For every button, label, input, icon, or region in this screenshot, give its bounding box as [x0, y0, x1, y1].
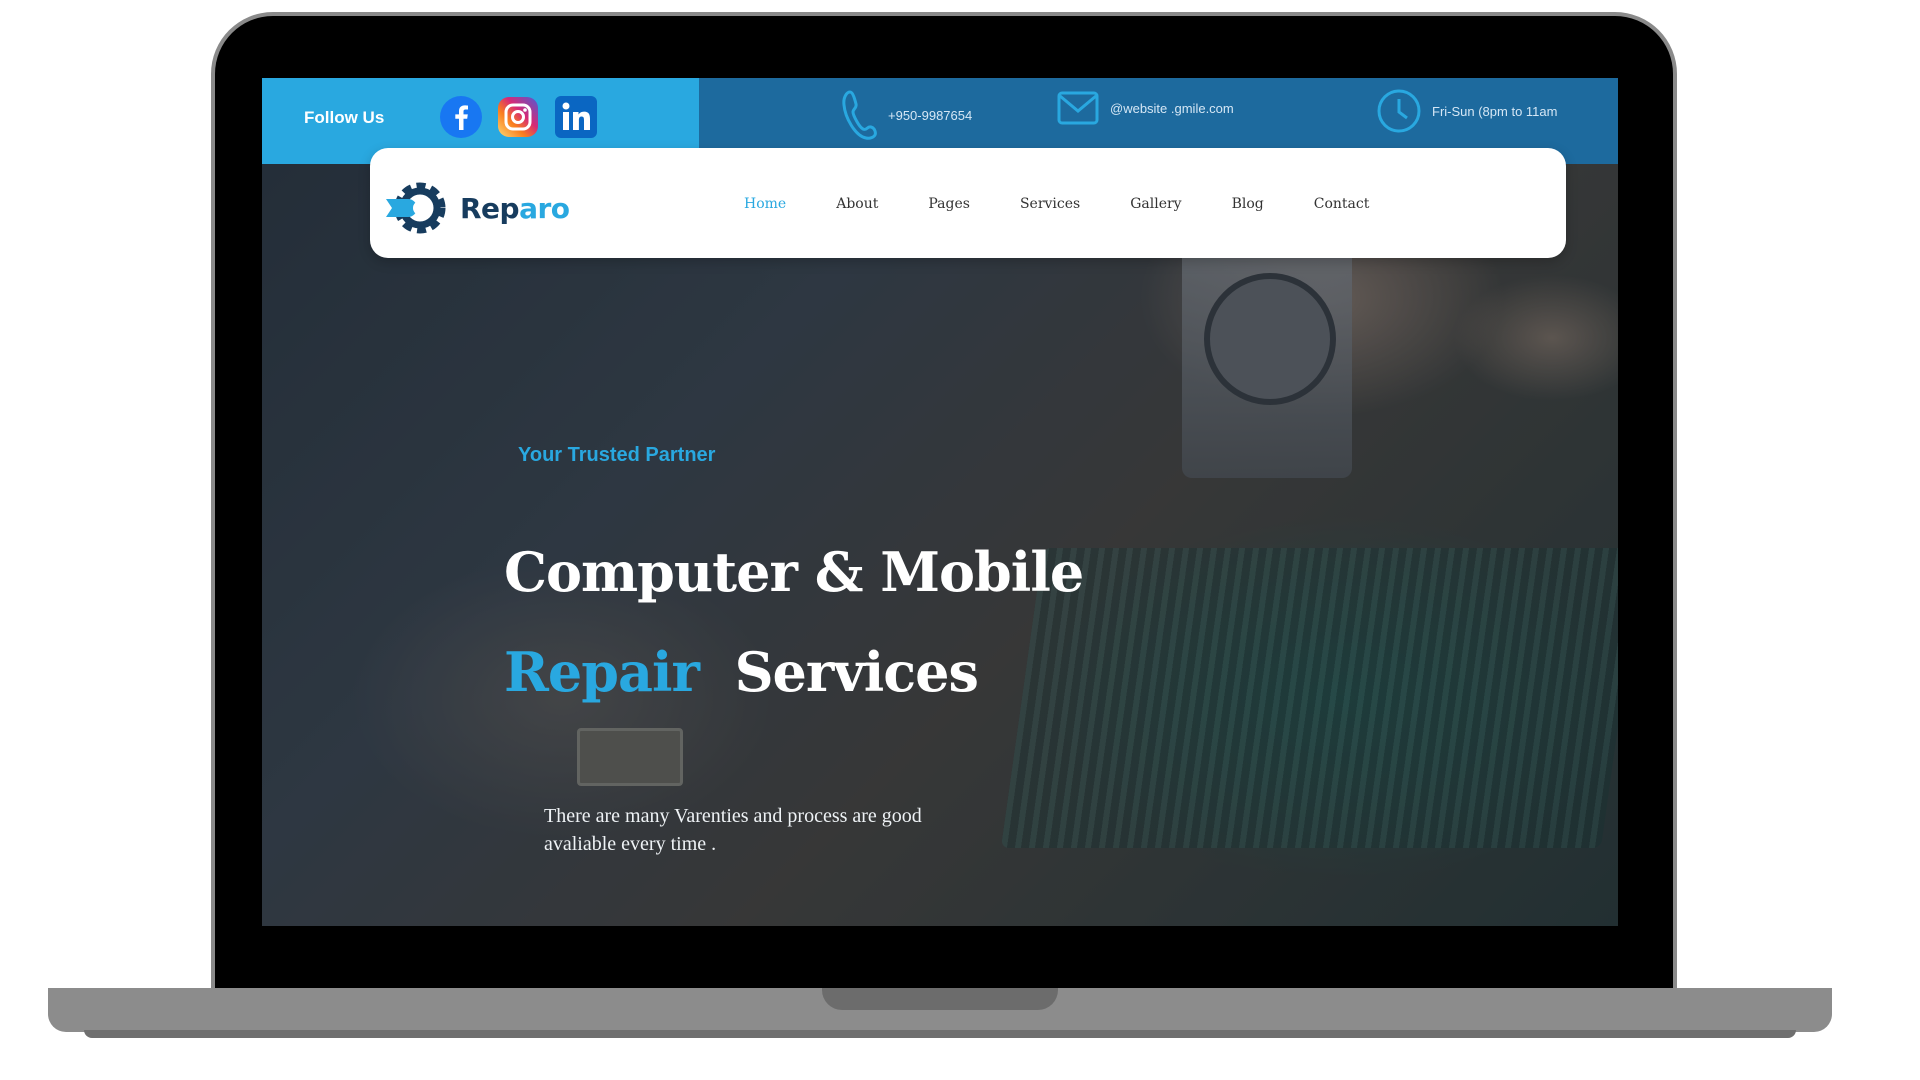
brand-logo[interactable]: Reparo: [382, 174, 570, 242]
brand-name: Reparo: [460, 191, 570, 225]
nav-gallery[interactable]: Gallery: [1130, 196, 1181, 212]
nav-services[interactable]: Services: [1020, 196, 1080, 212]
nav-about[interactable]: About: [836, 196, 878, 212]
hero-title-line1: Computer & Mobile: [504, 540, 1084, 604]
website-screen: Follow Us +950-9987654 @website .gmile.c…: [262, 78, 1618, 926]
nav-home[interactable]: Home: [744, 196, 786, 212]
nav-pages[interactable]: Pages: [928, 196, 970, 212]
mail-icon: [1057, 91, 1099, 125]
nav-blog[interactable]: Blog: [1232, 196, 1264, 212]
instagram-icon[interactable]: [496, 95, 540, 139]
follow-us-label: Follow Us: [304, 108, 385, 127]
hero-description-line1: There are many Varenties and process are…: [544, 805, 922, 827]
hours-info: Fri-Sun (8pm to 11am: [1376, 88, 1557, 134]
laptop-base-shadow: [84, 1030, 1796, 1038]
main-menu: Home About Pages Services Gallery Blog C…: [744, 196, 1419, 212]
hero-title-highlight: Repair: [504, 640, 700, 704]
phone-number: +950-9987654: [888, 107, 973, 123]
email-info[interactable]: @website .gmile.com: [1056, 88, 1234, 128]
clock-icon: [1377, 89, 1421, 133]
phone-icon: [842, 90, 877, 140]
laptop-notch: [822, 988, 1058, 1010]
opening-hours: Fri-Sun (8pm to 11am: [1432, 103, 1558, 119]
gear-wrench-icon: [386, 182, 446, 234]
hero-title-line2: Services: [734, 640, 979, 704]
navigation-bar: Reparo Home About Pages Services Gallery…: [370, 148, 1566, 258]
hero-eyebrow: Your Trusted Partner: [518, 444, 716, 466]
hero-description: There are many Varenties and process are…: [544, 802, 1024, 858]
nav-contact[interactable]: Contact: [1314, 196, 1370, 212]
hero-description-line2: avaliable every time .: [544, 833, 717, 855]
facebook-icon[interactable]: [439, 95, 483, 139]
phone-info[interactable]: +950-9987654: [842, 88, 972, 142]
hero-title: Computer & Mobile Repair Services: [504, 522, 1084, 722]
linkedin-icon[interactable]: [554, 95, 598, 139]
email-address: @website .gmile.com: [1110, 100, 1234, 116]
